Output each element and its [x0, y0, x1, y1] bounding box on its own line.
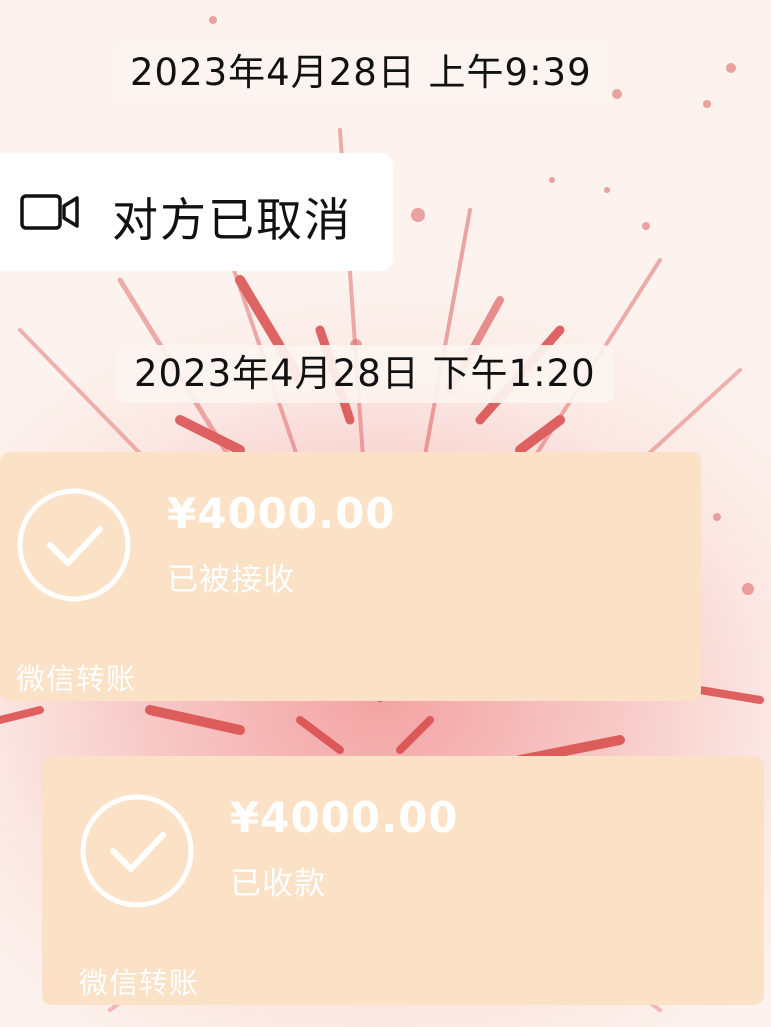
timestamp-label: 2023年4月28日 上午9:39	[112, 44, 610, 102]
timestamp-label: 2023年4月28日 下午1:20	[116, 345, 614, 403]
transfer-amount: ¥4000.00	[167, 489, 396, 538]
transfer-amount: ¥4000.00	[230, 793, 459, 842]
transfer-card[interactable]: ¥4000.00 已收款 微信转账	[42, 756, 764, 1005]
transfer-status: 已收款	[230, 866, 326, 902]
transfer-source-label: 微信转账	[79, 966, 200, 1000]
transfer-status: 已被接收	[167, 562, 295, 598]
transfer-source-label: 微信转账	[16, 662, 137, 696]
call-status-text: 对方已取消	[112, 193, 352, 247]
check-circle-icon	[80, 794, 194, 908]
transfer-card[interactable]: ¥4000.00 已被接收 微信转账	[0, 452, 701, 701]
check-circle-icon	[17, 488, 131, 602]
video-camera-icon	[20, 194, 79, 230]
